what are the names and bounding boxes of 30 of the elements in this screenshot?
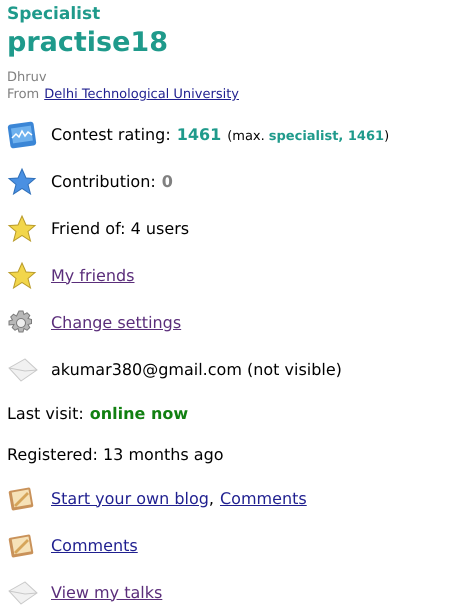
rating-value: 1461 xyxy=(176,124,222,146)
user-name: Dhruv xyxy=(7,70,48,86)
chart-icon xyxy=(7,120,37,150)
rank-title: Specialist xyxy=(7,3,102,25)
stat-value: online now xyxy=(90,402,188,424)
closing-paren: ) xyxy=(384,128,390,146)
link[interactable]: My friends xyxy=(51,264,134,288)
info-text: Friend of: 4 users xyxy=(51,218,190,240)
link[interactable]: Change settings xyxy=(51,310,182,334)
max-label: (max. xyxy=(227,128,265,146)
link[interactable]: Comments xyxy=(51,534,138,558)
university-link[interactable]: Delhi Technological University xyxy=(44,86,239,103)
stat-label: Contribution: xyxy=(51,170,156,192)
user-handle: practise18 xyxy=(7,26,169,60)
info-text: akumar380@gmail.com (not visible) xyxy=(51,358,342,380)
from-label: From xyxy=(7,86,40,103)
separator-comma: , xyxy=(208,488,214,510)
envelope-icon xyxy=(7,356,39,384)
link[interactable]: Start your own blog xyxy=(51,486,209,510)
star-icon xyxy=(7,260,37,290)
max-rating-value: specialist, 1461 xyxy=(268,128,384,146)
stat-value: 0 xyxy=(162,170,173,192)
star-icon xyxy=(7,214,37,244)
link[interactable]: View my talks xyxy=(51,580,162,604)
rating-label: Contest rating: xyxy=(51,124,171,146)
envelope-icon xyxy=(7,578,39,606)
star-icon xyxy=(7,166,37,196)
info-text: Registered: 13 months ago xyxy=(7,444,224,466)
link[interactable]: Comments xyxy=(220,486,307,510)
stat-label: Last visit: xyxy=(7,402,84,424)
